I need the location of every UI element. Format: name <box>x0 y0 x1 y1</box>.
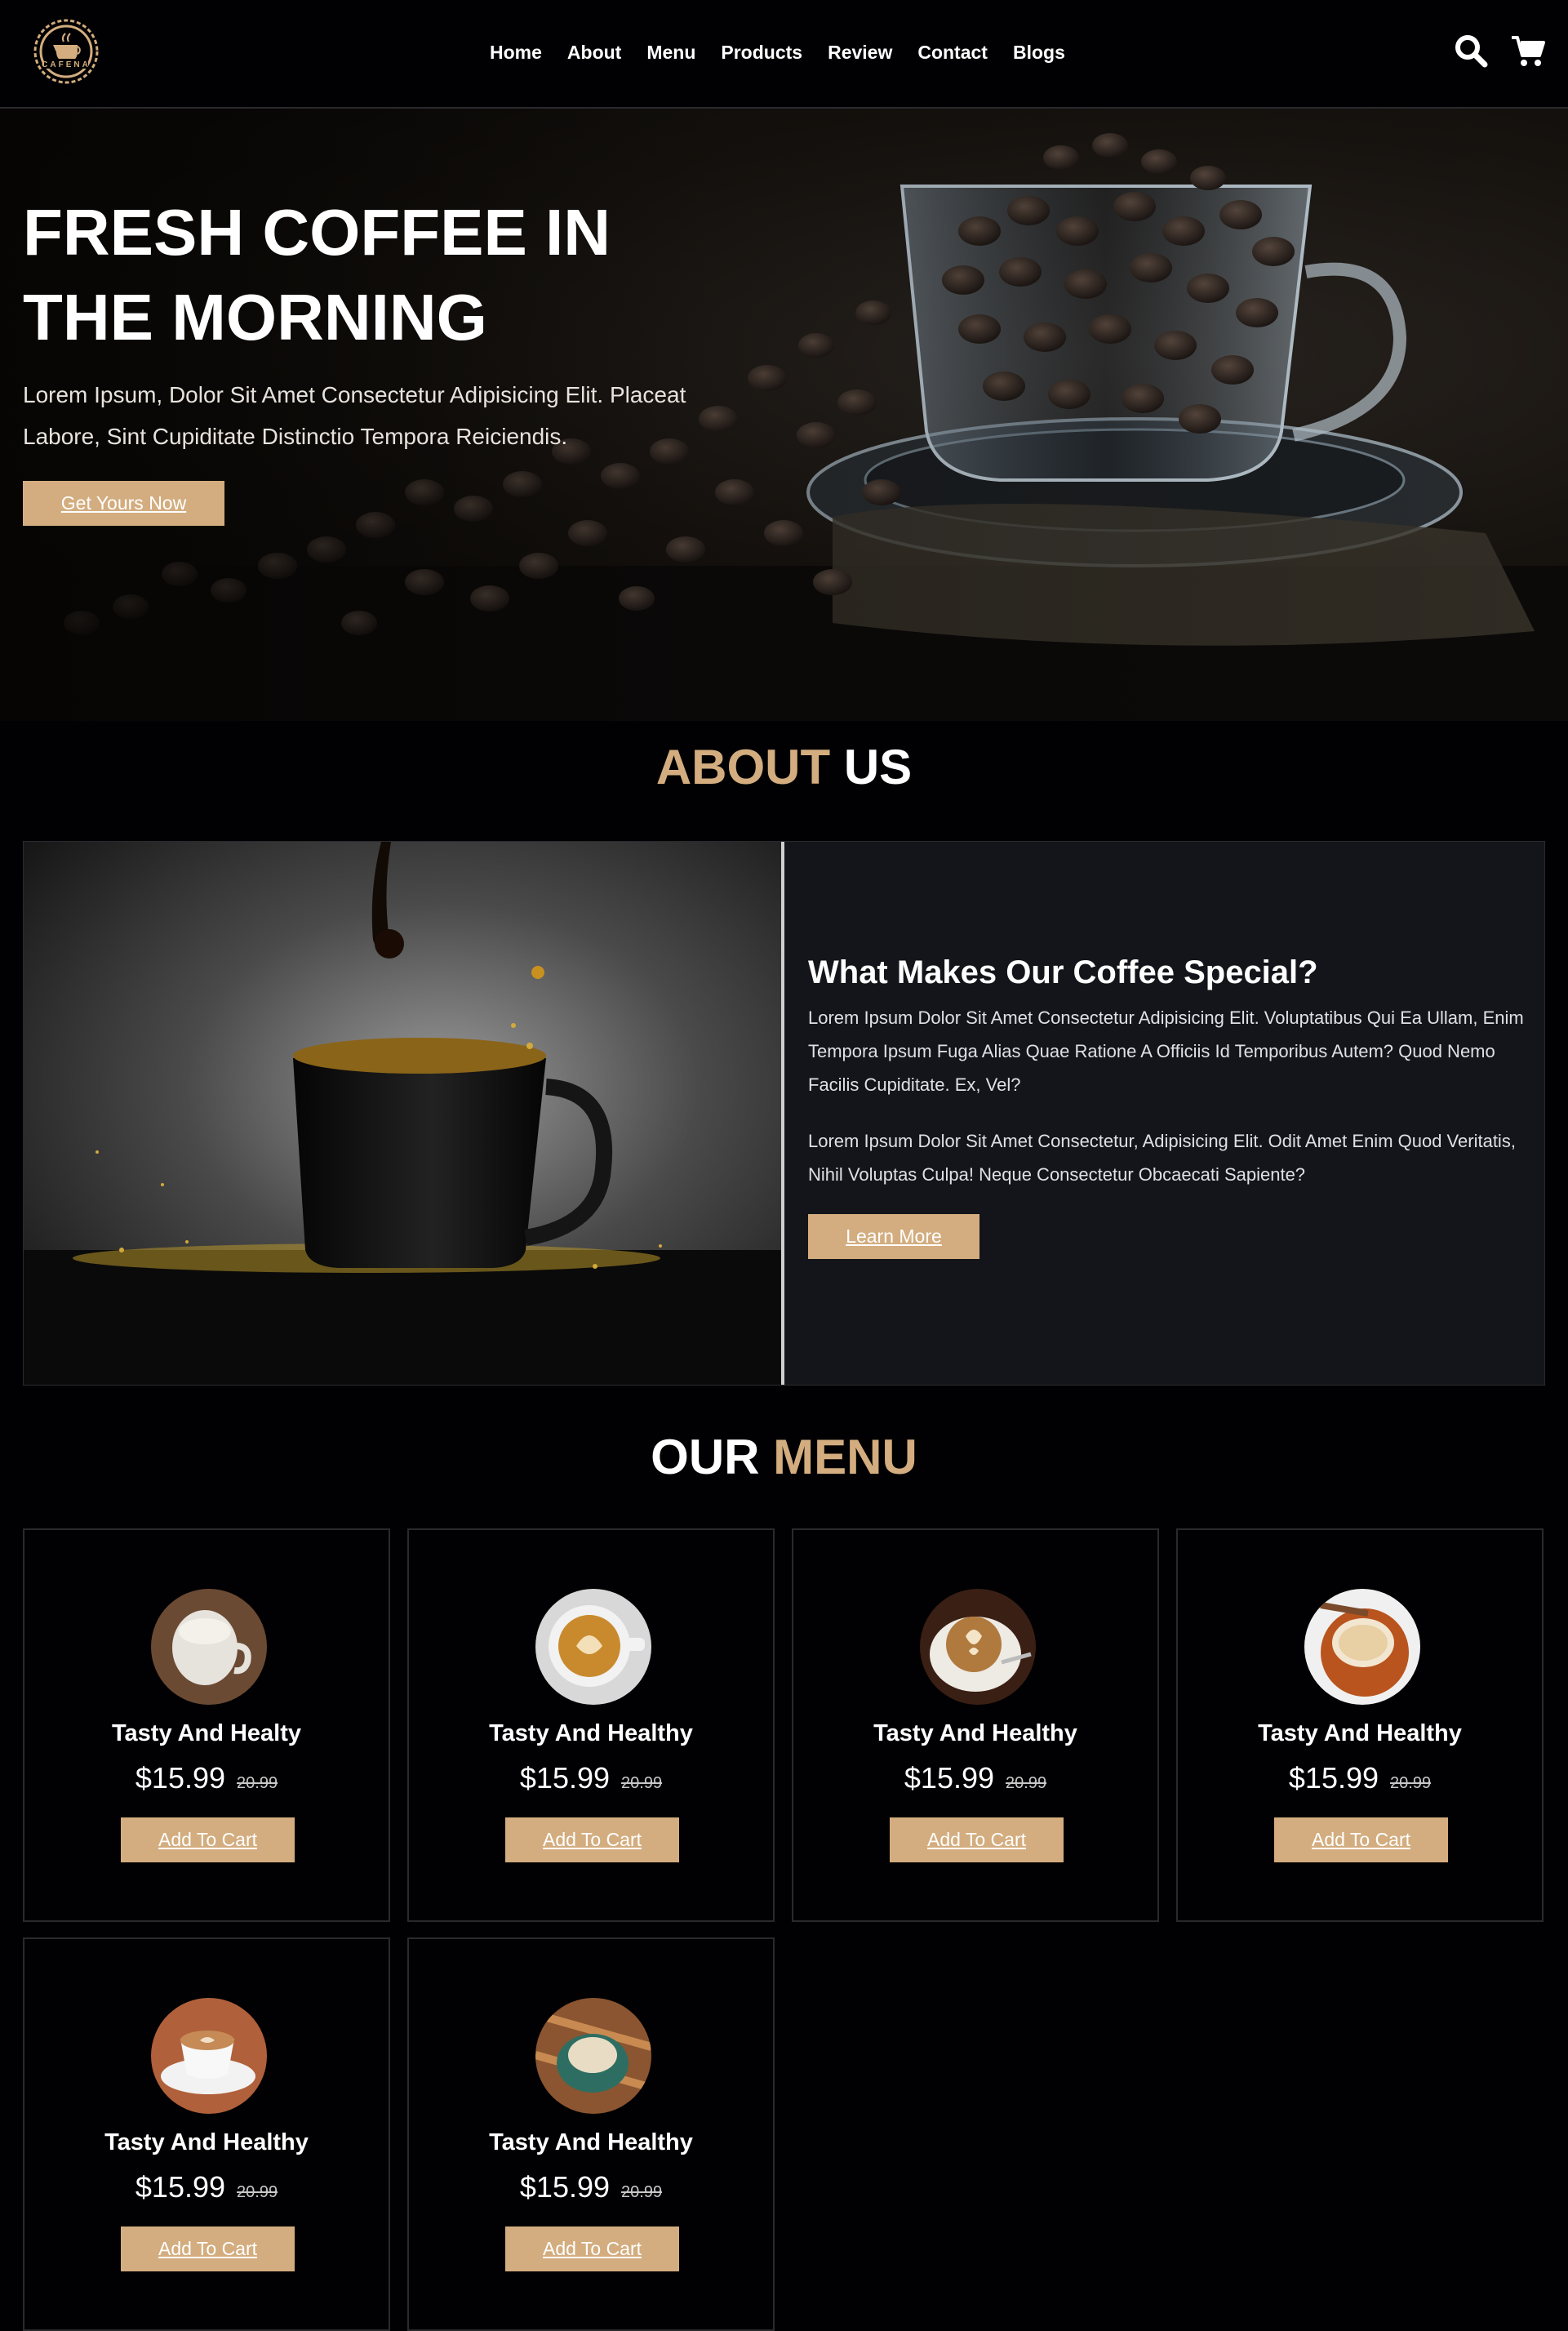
latte-cup-icon <box>151 1589 267 1705</box>
add-to-cart-button[interactable]: Add To Cart <box>505 2226 679 2271</box>
about-paragraph-1: Lorem Ipsum Dolor Sit Amet Consectetur A… <box>808 1008 1524 1095</box>
about-section: What Makes Our Coffee Special? Lorem Ips… <box>23 841 1545 1386</box>
cafena-logo[interactable]: CAFENA <box>23 15 109 88</box>
about-content: What Makes Our Coffee Special? Lorem Ips… <box>808 954 1526 1259</box>
add-to-cart-button[interactable]: Add To Cart <box>1274 1817 1448 1862</box>
menu-item-image <box>535 1589 651 1705</box>
logo-emblem-icon: CAFENA <box>33 19 99 84</box>
menu-item-old-price: 20.99 <box>237 2183 278 2201</box>
nav-link-contact[interactable]: Contact <box>917 36 988 69</box>
hero-title-line2: THE MORNING <box>23 281 487 354</box>
latte-art-cup-icon <box>920 1589 1036 1705</box>
nav-link-blogs[interactable]: Blogs <box>1013 36 1065 69</box>
menu-card: Tasty And Healty $15.99 20.99 Add To Car… <box>23 1528 390 1922</box>
cappuccino-cup-icon <box>535 1589 651 1705</box>
svg-text:CAFENA: CAFENA <box>42 60 91 69</box>
menu-heading-accent: MENU <box>773 1430 917 1484</box>
cart-button[interactable] <box>1510 33 1546 69</box>
menu-item-name: Tasty And Healty <box>111 1720 302 1746</box>
menu-grid: Tasty And Healty $15.99 20.99 Add To Car… <box>23 1528 1545 2331</box>
orange-cup-icon <box>1304 1589 1420 1705</box>
menu-card: Tasty And Healthy $15.99 20.99 Add To Ca… <box>407 1528 775 1922</box>
hero-section: FRESH COFFEE IN THE MORNING Lorem Ipsum,… <box>0 109 1568 721</box>
menu-item-name: Tasty And Healthy <box>489 2129 693 2155</box>
menu-card: Tasty And Healthy $15.99 20.99 Add To Ca… <box>23 1937 390 2331</box>
nav-link-products[interactable]: Products <box>721 36 802 69</box>
menu-item-old-price: 20.99 <box>621 2183 663 2201</box>
menu-item-price: $15.99 20.99 <box>409 1761 773 1795</box>
search-icon <box>1455 35 1488 68</box>
menu-item-price: $15.99 20.99 <box>24 2170 389 2204</box>
menu-item-old-price: 20.99 <box>237 1774 278 1792</box>
menu-item-image <box>920 1589 1036 1705</box>
menu-item-image <box>151 1589 267 1705</box>
about-paragraph-2: Lorem Ipsum Dolor Sit Amet Consectetur, … <box>808 1131 1516 1185</box>
menu-item-old-price: 20.99 <box>1390 1774 1432 1792</box>
nav-link-review[interactable]: Review <box>828 36 892 69</box>
menu-item-image <box>1304 1589 1420 1705</box>
menu-item-current-price: $15.99 <box>1288 1761 1379 1795</box>
menu-item-image <box>151 1998 267 2114</box>
nav-link-about[interactable]: About <box>567 36 621 69</box>
hero-title: FRESH COFFEE IN THE MORNING <box>23 190 676 360</box>
hero-description: Lorem Ipsum, Dolor Sit Amet Consectetur … <box>23 374 708 457</box>
hero-title-line1: FRESH COFFEE IN <box>23 196 611 269</box>
flat-white-cup-icon <box>151 1998 267 2114</box>
nav-link-menu[interactable]: Menu <box>646 36 695 69</box>
menu-card: Tasty And Healthy $15.99 20.99 Add To Ca… <box>1176 1528 1544 1922</box>
menu-item-current-price: $15.99 <box>135 1761 226 1795</box>
menu-item-current-price: $15.99 <box>519 2170 611 2204</box>
menu-item-name: Tasty And Healthy <box>873 1720 1077 1746</box>
coffee-cup-photo <box>24 842 784 1385</box>
add-to-cart-button[interactable]: Add To Cart <box>121 1817 295 1862</box>
nav-link-home[interactable]: Home <box>490 36 542 69</box>
add-to-cart-button[interactable]: Add To Cart <box>505 1817 679 1862</box>
get-yours-now-button[interactable]: Get Yours Now <box>23 481 224 526</box>
main-nav: Home About Menu Products Review Contact … <box>490 36 1090 69</box>
menu-item-current-price: $15.99 <box>904 1761 995 1795</box>
site-header: CAFENA Home About Menu Products Review C… <box>0 0 1568 109</box>
about-title: What Makes Our Coffee Special? <box>808 954 1318 990</box>
menu-item-name: Tasty And Healthy <box>104 2129 309 2155</box>
menu-item-name: Tasty And Healthy <box>489 1720 693 1746</box>
menu-item-current-price: $15.99 <box>519 1761 611 1795</box>
menu-item-price: $15.99 20.99 <box>1178 1761 1542 1795</box>
menu-item-current-price: $15.99 <box>135 2170 226 2204</box>
hero-description-line1: Lorem Ipsum, Dolor Sit Amet Consectetur … <box>23 382 686 407</box>
coffee-pour-image <box>24 842 784 1385</box>
teal-cup-icon <box>535 1998 651 2114</box>
menu-heading: OUR MENU <box>0 1429 1568 1485</box>
learn-more-button[interactable]: Learn More <box>808 1214 979 1259</box>
menu-item-price: $15.99 20.99 <box>793 1761 1157 1795</box>
menu-item-old-price: 20.99 <box>621 1774 663 1792</box>
menu-item-name: Tasty And Healthy <box>1258 1720 1462 1746</box>
menu-heading-plain: OUR <box>651 1430 760 1484</box>
about-heading: ABOUT US <box>0 739 1568 795</box>
menu-item-price: $15.99 20.99 <box>409 2170 773 2204</box>
cart-icon <box>1512 36 1545 66</box>
menu-item-price: $15.99 20.99 <box>24 1761 389 1795</box>
menu-item-old-price: 20.99 <box>1006 1774 1047 1792</box>
about-heading-rest: US <box>843 740 913 794</box>
search-button[interactable] <box>1453 33 1489 69</box>
add-to-cart-button[interactable]: Add To Cart <box>121 2226 295 2271</box>
about-heading-accent: ABOUT <box>655 740 831 794</box>
menu-card: Tasty And Healthy $15.99 20.99 Add To Ca… <box>792 1528 1159 1922</box>
hero-description-line2: Labore, Sint Cupiditate Distinctio Tempo… <box>23 424 568 449</box>
menu-card: Tasty And Healthy $15.99 20.99 Add To Ca… <box>407 1937 775 2331</box>
add-to-cart-button[interactable]: Add To Cart <box>890 1817 1064 1862</box>
menu-item-image <box>535 1998 651 2114</box>
